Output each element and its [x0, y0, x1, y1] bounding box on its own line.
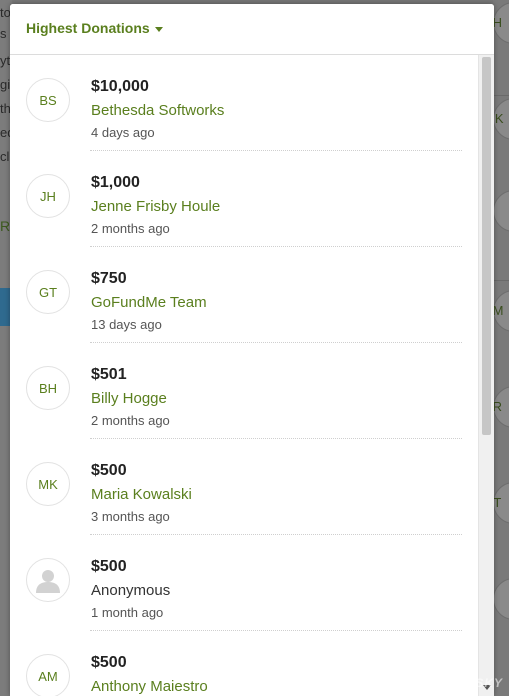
donation-item: MK $500 Maria Kowalski 3 months ago: [26, 439, 462, 535]
background-divider: [493, 95, 509, 96]
donation-time: 3 months ago: [91, 509, 170, 524]
donation-amount: $750: [91, 270, 127, 287]
donor-name: Bethesda Softworks: [91, 102, 225, 119]
donor-avatar: BS: [26, 78, 70, 122]
donor-name: Billy Hogge: [91, 390, 167, 407]
donation-time: 2 months ago: [91, 413, 170, 428]
donation-amount: $500: [91, 558, 127, 575]
background-avatar: BH: [493, 2, 509, 44]
background-avatar-placeholder: [493, 578, 509, 620]
background-button-fragment: R: [0, 218, 11, 234]
donation-time: 1 month ago: [91, 605, 164, 620]
donor-name: GoFundMe Team: [91, 294, 207, 311]
donation-amount: $500: [91, 462, 127, 479]
donor-avatar: MK: [26, 462, 70, 506]
donation-amount: $500: [91, 654, 127, 671]
sort-dropdown-label: Highest Donations: [26, 20, 150, 36]
caret-down-icon: [154, 26, 163, 32]
donation-item: $500 Anonymous 1 month ago: [26, 535, 462, 631]
donor-name: Anonymous: [91, 582, 171, 599]
donation-item: AM $500 Anthony Maiestro: [26, 631, 462, 696]
donations-modal: Highest Donations BS $10,000 Bethesda So…: [10, 4, 494, 696]
donation-amount: $10,000: [91, 78, 149, 95]
background-avatar: VR: [493, 386, 509, 428]
donation-item: BH $501 Billy Hogge 2 months ago: [26, 343, 462, 439]
donor-avatar: GT: [26, 270, 70, 314]
user-silhouette-icon: [36, 570, 60, 593]
background-right-avatars: BH MK AM VR CT: [493, 0, 509, 696]
donation-time: 2 months ago: [91, 221, 170, 236]
background-text: yt: [0, 53, 11, 68]
donation-time: 13 days ago: [91, 317, 162, 332]
donor-name: Jenne Frisby Houle: [91, 198, 221, 215]
donation-amount: $501: [91, 366, 127, 383]
modal-header: Highest Donations: [10, 4, 494, 55]
donor-avatar: JH: [26, 174, 70, 218]
background-avatar: AM: [493, 290, 509, 332]
donation-amount: $1,000: [91, 174, 140, 191]
background-avatar-placeholder: [493, 190, 509, 232]
background-avatar: CT: [493, 482, 509, 524]
scrollbar[interactable]: [478, 55, 494, 696]
anonymous-avatar: [26, 558, 70, 602]
donation-item: GT $750 GoFundMe Team 13 days ago: [26, 247, 462, 343]
scrollbar-thumb[interactable]: [482, 57, 491, 435]
donor-name: Anthony Maiestro: [91, 678, 208, 695]
watermark: GAMERSKY: [425, 676, 503, 690]
donation-list[interactable]: BS $10,000 Bethesda Softworks 4 days ago…: [10, 55, 478, 696]
donor-avatar: BH: [26, 366, 70, 410]
background-avatar: MK: [493, 98, 509, 140]
donation-item: BS $10,000 Bethesda Softworks 4 days ago: [26, 55, 462, 151]
background-text: s: [0, 26, 7, 41]
background-divider: [493, 280, 509, 281]
sort-dropdown[interactable]: Highest Donations: [26, 20, 163, 36]
donation-item: JH $1,000 Jenne Frisby Houle 2 months ag…: [26, 151, 462, 247]
background-text: gi: [0, 77, 11, 92]
background-text: cl: [0, 149, 10, 164]
donor-avatar: AM: [26, 654, 70, 696]
donor-name: Maria Kowalski: [91, 486, 192, 503]
donation-time: 4 days ago: [91, 125, 155, 140]
